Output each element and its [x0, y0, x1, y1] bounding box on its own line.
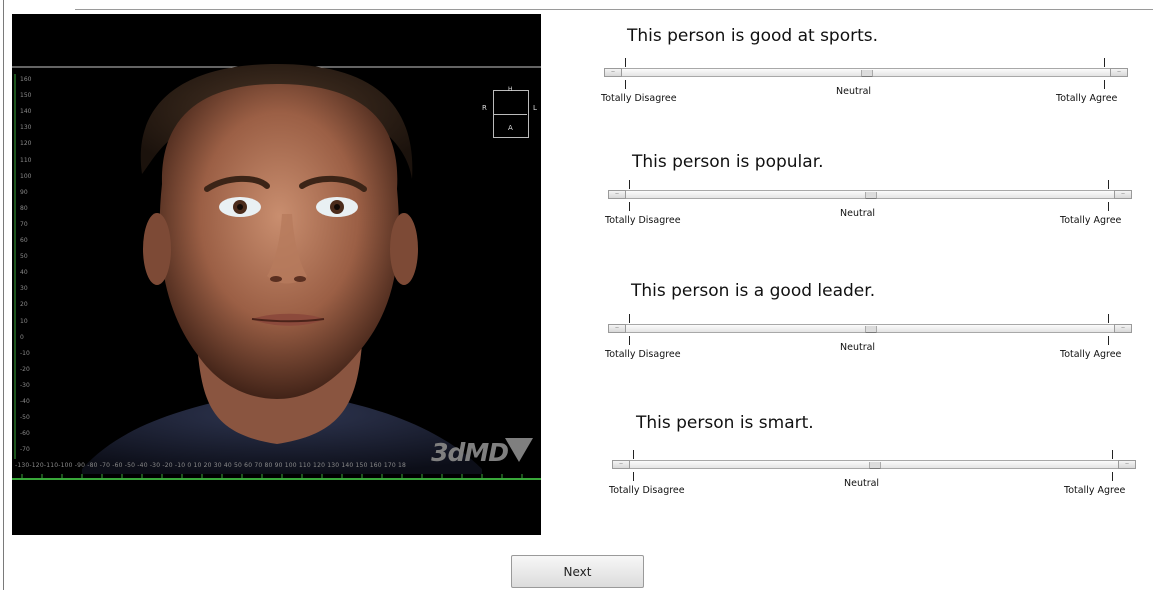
slider-tick-left-top — [625, 58, 626, 67]
slider-tick-right-bottom — [1108, 202, 1109, 211]
left-anchor-label: Totally Disagree — [605, 349, 681, 360]
slider-increment-button[interactable]: .. — [1114, 324, 1132, 333]
ruler-tick-label: 100 — [20, 172, 32, 180]
top-divider — [75, 9, 1153, 10]
slider-decrement-button[interactable]: .. — [604, 68, 622, 77]
ruler-tick-label: -50 — [20, 414, 30, 422]
face-scan-image: 160 150 140 130 120 110 100 90 80 70 60 50 40 30 20 10 0… — [12, 14, 541, 535]
ruler-tick-label: 0 — [20, 333, 24, 341]
slider-tick-right-top — [1108, 314, 1109, 323]
rating-slider[interactable]: .. .. Totally Disagree Neutral Totally A… — [605, 180, 1138, 230]
mid-anchor-label: Neutral — [844, 478, 880, 489]
rating-slider[interactable]: .. .. Totally Disagree Neutral Totally A… — [601, 58, 1134, 108]
mid-anchor-label: Neutral — [840, 208, 876, 219]
slider-increment-button[interactable]: .. — [1118, 460, 1136, 469]
right-anchor-label: Totally Agree — [1060, 349, 1122, 360]
slider-decrement-button[interactable]: .. — [608, 324, 626, 333]
slider-tick-left-bottom — [629, 202, 630, 211]
question-text: This person is a good leader. — [631, 281, 876, 301]
next-button[interactable]: Next — [511, 555, 644, 588]
brand-logo-text: 3dMD — [431, 438, 509, 467]
slider-tick-right-top — [1108, 180, 1109, 189]
slider-tick-left-top — [629, 180, 630, 189]
question-text: This person is popular. — [632, 152, 824, 172]
ruler-tick-label: -20 — [20, 365, 30, 373]
orientation-left-label: L — [533, 104, 537, 112]
orientation-anterior-label: A — [508, 124, 513, 132]
ruler-tick-label: 160 — [20, 76, 32, 83]
ruler-tick-label: 20 — [20, 301, 28, 309]
ruler-tick-label: -70 — [20, 446, 30, 454]
left-anchor-label: Totally Disagree — [601, 93, 677, 104]
mid-anchor-label: Neutral — [836, 86, 872, 97]
ruler-tick-label: 90 — [20, 188, 28, 196]
ruler-tick-label: 110 — [20, 156, 32, 164]
ruler-tick-label: 140 — [20, 108, 32, 116]
slider-thumb[interactable] — [869, 462, 881, 469]
ruler-tick-label: 150 — [20, 92, 32, 100]
slider-tick-right-bottom — [1104, 80, 1105, 89]
slider-tick-left-bottom — [633, 472, 634, 481]
ruler-tick-label: 70 — [20, 220, 28, 228]
right-anchor-label: Totally Agree — [1064, 485, 1126, 496]
ruler-tick-label: 60 — [20, 237, 28, 244]
slider-tick-right-top — [1104, 58, 1105, 67]
brand-logo-icon — [505, 438, 533, 462]
ruler-tick-label: 40 — [20, 269, 28, 277]
ruler-tick-label: -60 — [20, 430, 30, 438]
slider-increment-button[interactable]: .. — [1110, 68, 1128, 77]
slider-thumb[interactable] — [865, 326, 877, 333]
left-divider — [3, 0, 4, 590]
rating-slider[interactable]: .. .. Totally Disagree Neutral Totally A… — [605, 314, 1138, 364]
slider-increment-button[interactable]: .. — [1114, 190, 1132, 199]
left-anchor-label: Totally Disagree — [609, 485, 685, 496]
slider-decrement-button[interactable]: .. — [608, 190, 626, 199]
slider-thumb[interactable] — [865, 192, 877, 199]
slider-tick-left-bottom — [629, 336, 630, 345]
rating-slider[interactable]: .. .. Totally Disagree Neutral Totally A… — [609, 450, 1142, 500]
slider-tick-right-top — [1112, 450, 1113, 459]
orientation-head-label: H — [508, 86, 513, 93]
mid-anchor-label: Neutral — [840, 342, 876, 353]
slider-tick-left-top — [633, 450, 634, 459]
ruler-tick-label: 120 — [20, 140, 32, 148]
slider-tick-left-top — [629, 314, 630, 323]
orientation-right-label: R — [482, 104, 487, 112]
slider-thumb[interactable] — [861, 70, 873, 77]
left-anchor-label: Totally Disagree — [605, 215, 681, 226]
question-text: This person is good at sports. — [627, 26, 879, 46]
ruler-tick-label: -30 — [20, 381, 30, 389]
ruler-tick-label: 10 — [20, 317, 28, 325]
ruler-tick-label: 130 — [20, 124, 32, 132]
slider-tick-left-bottom — [625, 80, 626, 89]
ruler-tick-label: 50 — [20, 253, 28, 261]
orientation-divider — [493, 114, 527, 115]
ruler-tick-label: 80 — [20, 204, 28, 212]
ruler-tick-label: -10 — [20, 349, 30, 357]
slider-decrement-button[interactable]: .. — [612, 460, 630, 469]
slider-tick-right-bottom — [1108, 336, 1109, 345]
ruler-tick-label: -40 — [20, 398, 30, 405]
orientation-indicator: R L A H — [478, 84, 540, 146]
right-anchor-label: Totally Agree — [1060, 215, 1122, 226]
right-anchor-label: Totally Agree — [1056, 93, 1118, 104]
question-text: This person is smart. — [636, 413, 814, 433]
ruler-tick-label: 30 — [20, 285, 28, 293]
slider-tick-right-bottom — [1112, 472, 1113, 481]
